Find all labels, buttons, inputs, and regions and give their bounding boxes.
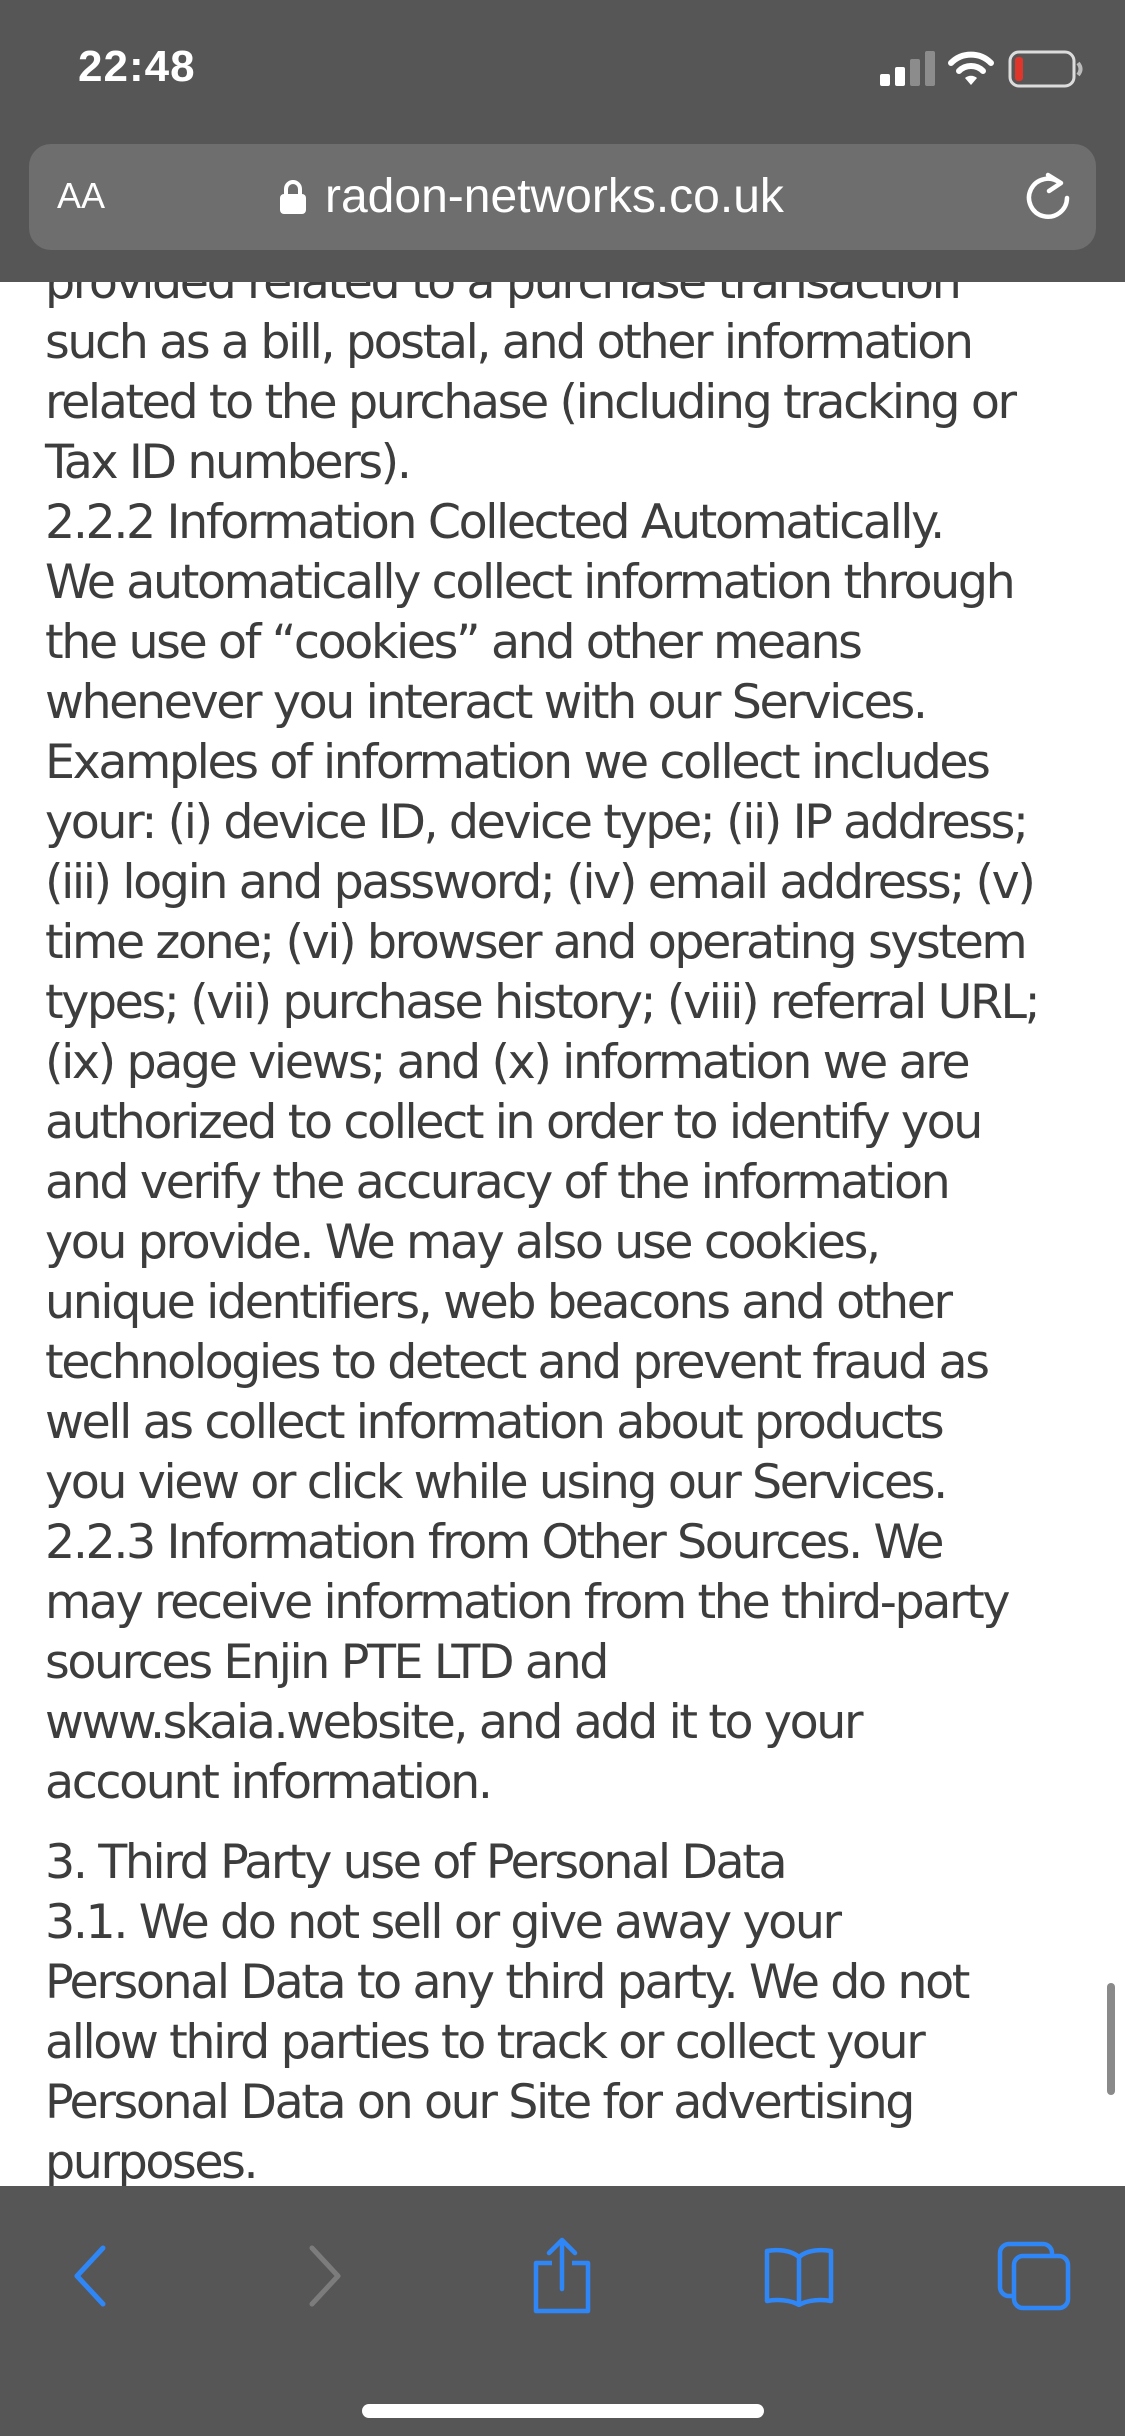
text-line: Personal Data to any third party. We do …	[45, 1955, 970, 2010]
text-line: you provide. We may also use cookies,	[45, 1215, 881, 1270]
url-domain: radon-networks.co.uk	[325, 170, 784, 223]
share-button[interactable]	[512, 2226, 612, 2326]
text-line: the use of “cookies” and other means	[45, 615, 863, 670]
privacy-policy-section-2: provided related to a purchase transacti…	[45, 282, 1085, 1813]
text-line: Examples of information we collect inclu…	[45, 735, 991, 790]
vertical-scrollbar[interactable]	[1107, 1983, 1115, 2095]
text-line: authorized to collect in order to identi…	[45, 1095, 983, 1150]
text-line: Personal Data on our Site for advertisin…	[45, 2075, 915, 2130]
text-line: (ix) page views; and (x) information we …	[45, 1035, 971, 1090]
browser-bottom-toolbar	[0, 2186, 1125, 2436]
cellular-signal-icon	[880, 51, 935, 86]
text-line: such as a bill, postal, and other inform…	[45, 315, 974, 370]
text-line: sources Enjin PTE LTD and	[45, 1635, 609, 1690]
text-line: may receive information from the third-p…	[45, 1575, 1010, 1630]
text-size-label: AA	[57, 175, 106, 216]
back-button[interactable]	[41, 2226, 141, 2326]
url-display[interactable]: radon-networks.co.uk	[279, 166, 784, 228]
text-line: unique identifiers, web beacons and othe…	[45, 1275, 953, 1330]
text-line: account information.	[45, 1755, 493, 1810]
text-line: time zone; (vi) browser and operating sy…	[45, 915, 1028, 970]
share-icon	[533, 2237, 591, 2314]
text-line: 2.2.2 Information Collected Automaticall…	[45, 495, 945, 550]
forward-icon	[309, 2245, 341, 2307]
status-time: 22:48	[78, 42, 196, 91]
text-line: and verify the accuracy of the informati…	[45, 1155, 951, 1210]
text-line: well as collect information about produc…	[45, 1395, 945, 1450]
page-content[interactable]: provided related to a purchase transacti…	[0, 282, 1125, 2186]
text-line: www.skaia.website, and add it to your	[45, 1695, 864, 1750]
text-line: related to the purchase (including track…	[45, 375, 1017, 430]
text-line: types; (vii) purchase history; (viii) re…	[45, 975, 1041, 1030]
text-line: allow third parties to track or collect …	[45, 2015, 926, 2070]
lock-icon	[280, 180, 306, 214]
text-line: (iii) login and password; (iv) email add…	[45, 855, 1036, 910]
browser-top-chrome: 22:48 AA radon-networks.co.uk	[0, 0, 1125, 282]
forward-button[interactable]	[274, 2226, 374, 2326]
bookmarks-icon	[764, 2247, 834, 2307]
text-line: purposes.	[45, 2135, 259, 2186]
text-line: 3.1. We do not sell or give away your	[45, 1895, 842, 1950]
text-line: whenever you interact with our Services.	[45, 675, 928, 730]
back-icon	[74, 2245, 106, 2307]
wifi-icon	[948, 51, 994, 85]
battery-icon	[1008, 50, 1083, 88]
section-heading: 3. Third Party use of Personal Data	[45, 1835, 788, 1890]
reload-icon[interactable]	[1022, 171, 1074, 223]
bookmarks-button[interactable]	[749, 2226, 849, 2326]
text-line: provided related to a purchase transacti…	[45, 282, 962, 310]
text-line: technologies to detect and prevent fraud…	[45, 1335, 990, 1390]
text-size-button[interactable]: AA	[57, 166, 105, 226]
privacy-policy-section-3: 3. Third Party use of Personal Data 3.1.…	[45, 1833, 1085, 2186]
text-line: Tax ID numbers).	[45, 435, 412, 490]
text-line: We automatically collect information thr…	[45, 555, 1016, 610]
tabs-button[interactable]	[984, 2226, 1084, 2326]
text-line: your: (i) device ID, device type; (ii) I…	[45, 795, 1029, 850]
text-line: 2.2.3 Information from Other Sources. We	[45, 1515, 945, 1570]
tabs-icon	[997, 2241, 1071, 2311]
address-bar[interactable]: AA radon-networks.co.uk	[29, 144, 1096, 250]
text-line: you view or click while using our Servic…	[45, 1455, 948, 1510]
home-indicator[interactable]	[362, 2404, 764, 2418]
